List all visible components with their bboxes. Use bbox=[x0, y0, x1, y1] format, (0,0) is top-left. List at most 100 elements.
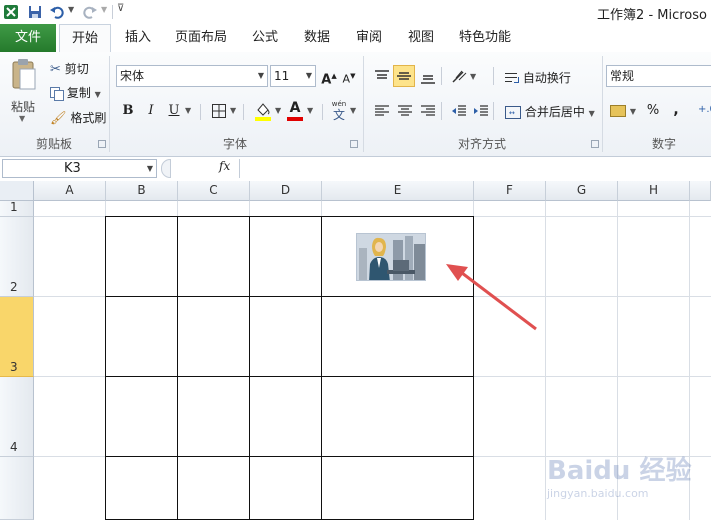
row-header-3[interactable]: 3 bbox=[0, 297, 34, 377]
borders-icon[interactable] bbox=[211, 103, 227, 119]
tab-insert[interactable]: 插入 bbox=[118, 24, 158, 52]
undo-icon[interactable] bbox=[49, 4, 65, 20]
worksheet-grid[interactable]: Baidu 经验 jingyan.baidu.com bbox=[34, 201, 711, 520]
align-left-icon[interactable] bbox=[374, 104, 390, 118]
column-header-h[interactable]: H bbox=[618, 181, 690, 201]
accounting-dropdown-icon[interactable]: ▼ bbox=[630, 107, 636, 116]
bold-button[interactable]: B bbox=[118, 101, 138, 121]
inserted-picture[interactable] bbox=[356, 233, 426, 281]
column-header-a[interactable]: A bbox=[34, 181, 106, 201]
table-cell[interactable] bbox=[250, 377, 322, 457]
redo-icon[interactable] bbox=[82, 4, 98, 20]
comma-style-button[interactable]: , bbox=[666, 100, 686, 120]
fill-color-dropdown-icon[interactable]: ▼ bbox=[275, 106, 281, 115]
table-cell[interactable] bbox=[178, 457, 250, 520]
grow-font-button[interactable]: A▲ bbox=[319, 66, 339, 87]
font-color-dropdown-icon[interactable]: ▼ bbox=[307, 106, 313, 115]
paste-button[interactable]: 粘贴 ▼ bbox=[6, 58, 42, 128]
table-cell[interactable] bbox=[250, 217, 322, 297]
table-cell[interactable] bbox=[178, 377, 250, 457]
tab-formulas[interactable]: 公式 bbox=[245, 24, 285, 52]
tab-special-features[interactable]: 特色功能 bbox=[452, 24, 518, 52]
row-header-partial[interactable] bbox=[0, 457, 34, 520]
align-middle-button[interactable] bbox=[393, 65, 415, 87]
customize-qat-icon[interactable]: ⊽ bbox=[117, 3, 124, 14]
tab-review[interactable]: 审阅 bbox=[349, 24, 389, 52]
column-header-d[interactable]: D bbox=[250, 181, 322, 201]
merge-dropdown-icon[interactable]: ▼ bbox=[589, 109, 595, 118]
shrink-font-button[interactable]: A▼ bbox=[339, 66, 359, 86]
clipboard-launcher-icon[interactable] bbox=[98, 140, 106, 148]
font-launcher-icon[interactable] bbox=[350, 140, 358, 148]
align-separator bbox=[441, 102, 442, 120]
column-header-c[interactable]: C bbox=[178, 181, 250, 201]
format-painter-button[interactable]: 🖌 格式刷 bbox=[50, 109, 106, 126]
table-cell[interactable] bbox=[250, 297, 322, 377]
cut-button[interactable]: ✂ 剪切 bbox=[50, 60, 89, 77]
paste-dropdown-icon: ▼ bbox=[19, 114, 26, 123]
underline-button[interactable]: U bbox=[164, 101, 184, 121]
table-cell[interactable] bbox=[106, 457, 178, 520]
insert-function-button[interactable]: fx bbox=[219, 159, 230, 173]
formula-input[interactable] bbox=[239, 159, 711, 178]
tab-data[interactable]: 数据 bbox=[297, 24, 337, 52]
table-cell[interactable] bbox=[106, 297, 178, 377]
number-format-combo[interactable]: 常规 bbox=[606, 65, 711, 87]
percent-style-button[interactable]: % bbox=[643, 101, 663, 121]
table-cell[interactable] bbox=[178, 217, 250, 297]
font-name-combo[interactable]: 宋体 ▼ bbox=[116, 65, 268, 87]
name-box[interactable]: K3 ▼ bbox=[2, 159, 157, 178]
tab-file[interactable]: 文件 bbox=[0, 24, 56, 52]
tab-home[interactable]: 开始 bbox=[59, 24, 111, 53]
alignment-launcher-icon[interactable] bbox=[591, 140, 599, 148]
tab-page-layout[interactable]: 页面布局 bbox=[168, 24, 234, 52]
underline-dropdown-icon[interactable]: ▼ bbox=[185, 106, 191, 115]
column-header-f[interactable]: F bbox=[474, 181, 546, 201]
orientation-dropdown-icon[interactable]: ▼ bbox=[470, 72, 476, 81]
row-header-4[interactable]: 4 bbox=[0, 377, 34, 457]
font-name-dropdown-icon[interactable]: ▼ bbox=[258, 66, 264, 86]
phonetic-guide-button[interactable]: wén 文 bbox=[328, 100, 350, 124]
column-header-partial[interactable] bbox=[690, 181, 711, 201]
font-size-combo[interactable]: 11 ▼ bbox=[270, 65, 316, 87]
table-cell[interactable] bbox=[322, 377, 474, 457]
align-separator bbox=[493, 67, 494, 85]
increase-decimal-icon[interactable]: +.0 bbox=[698, 104, 711, 115]
align-bottom-icon[interactable] bbox=[420, 70, 436, 84]
column-header-e[interactable]: E bbox=[322, 181, 474, 201]
table-cell[interactable] bbox=[106, 217, 178, 297]
redo-dropdown-icon[interactable]: ▼ bbox=[101, 5, 107, 14]
italic-button[interactable]: I bbox=[141, 101, 161, 121]
formula-bar-splitter[interactable] bbox=[161, 159, 171, 178]
copy-button[interactable]: 复制 ▼ bbox=[50, 84, 101, 101]
table-cell[interactable] bbox=[250, 457, 322, 520]
table-cell[interactable] bbox=[106, 377, 178, 457]
merge-center-button[interactable]: ↔ 合并后居中 ▼ bbox=[505, 103, 595, 120]
align-top-icon[interactable] bbox=[374, 70, 390, 84]
column-header-g[interactable]: G bbox=[546, 181, 618, 201]
select-all-corner[interactable] bbox=[0, 181, 34, 201]
column-header-b[interactable]: B bbox=[106, 181, 178, 201]
font-color-button[interactable]: A bbox=[286, 100, 304, 122]
table-cell[interactable] bbox=[178, 297, 250, 377]
increase-indent-icon[interactable] bbox=[473, 104, 489, 118]
row-header-2[interactable]: 2 bbox=[0, 217, 34, 297]
table-cell[interactable] bbox=[322, 457, 474, 520]
align-center-icon[interactable] bbox=[397, 104, 413, 118]
wrap-text-button[interactable]: 自动换行 bbox=[505, 69, 571, 86]
decrease-indent-icon[interactable] bbox=[451, 104, 467, 118]
undo-dropdown-icon[interactable]: ▼ bbox=[68, 5, 74, 14]
fill-color-icon[interactable] bbox=[254, 101, 272, 121]
tab-view[interactable]: 视图 bbox=[401, 24, 441, 52]
wrap-text-label: 自动换行 bbox=[522, 71, 571, 85]
orientation-icon[interactable] bbox=[451, 68, 469, 84]
accounting-format-button[interactable]: ▼ bbox=[610, 103, 636, 117]
phonetic-dropdown-icon[interactable]: ▼ bbox=[350, 106, 356, 115]
font-size-dropdown-icon[interactable]: ▼ bbox=[306, 66, 312, 86]
align-right-icon[interactable] bbox=[420, 104, 436, 118]
excel-logo-icon[interactable] bbox=[3, 4, 19, 20]
row-header-1[interactable]: 1 bbox=[0, 200, 34, 217]
borders-dropdown-icon[interactable]: ▼ bbox=[230, 106, 236, 115]
save-icon[interactable] bbox=[27, 4, 43, 20]
name-box-dropdown-icon[interactable]: ▼ bbox=[147, 160, 153, 177]
